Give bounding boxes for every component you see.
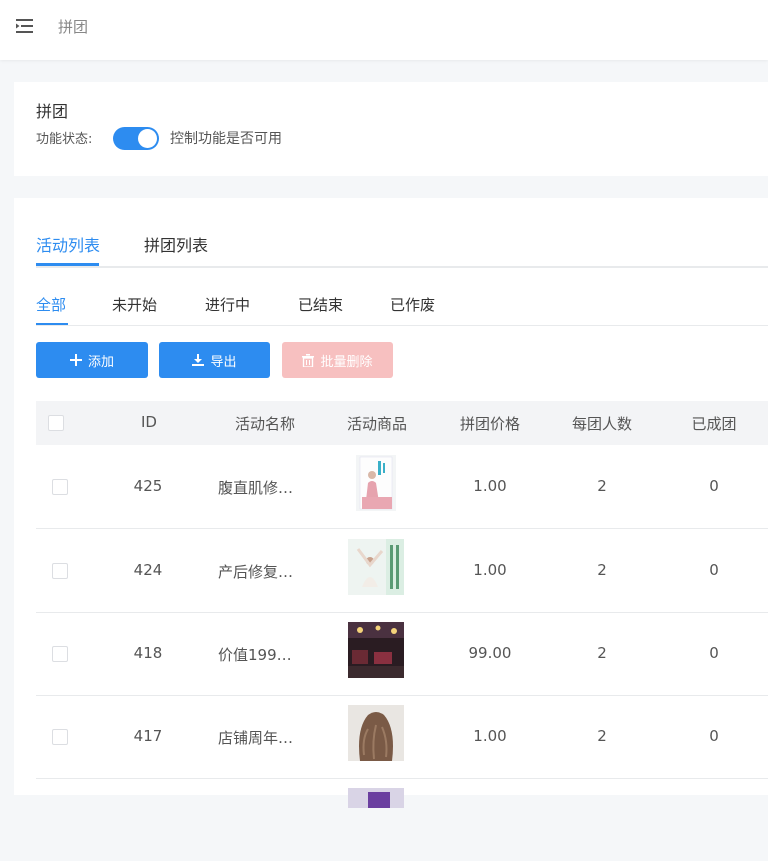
activity-card: 活动列表 拼团列表 全部 未开始 进行中 已结束 已作废 添加 导出 批量删除 … (14, 198, 768, 808)
row-price: 99.00 (468, 644, 512, 662)
tab-group-list[interactable]: 拼团列表 (144, 232, 208, 256)
row-checkbox[interactable] (52, 646, 68, 662)
table-row[interactable] (36, 778, 768, 861)
row-formed: 0 (709, 727, 719, 745)
toggle-knob (138, 129, 157, 148)
row-members: 2 (597, 561, 607, 579)
row-formed: 0 (709, 561, 719, 579)
select-all-checkbox[interactable] (48, 415, 64, 431)
subtab-in-progress[interactable]: 进行中 (205, 294, 250, 315)
table-row[interactable]: 424 产后修复… 1.00 2 0 (36, 529, 768, 613)
row-id: 424 (133, 561, 163, 579)
row-price: 1.00 (473, 561, 507, 579)
subtab-all[interactable]: 全部 (36, 294, 66, 315)
row-members: 2 (597, 727, 607, 745)
row-name: 腹直肌修… (218, 479, 294, 497)
row-checkbox[interactable] (52, 729, 68, 745)
table-header: ID 活动名称 活动商品 拼团价格 每团人数 已成团 (36, 401, 768, 445)
status-card: 拼团 功能状态: 控制功能是否可用 (14, 82, 768, 176)
row-checkbox[interactable] (52, 479, 68, 495)
export-button-label: 导出 (210, 354, 237, 370)
subtab-voided[interactable]: 已作废 (390, 294, 435, 315)
row-id: 425 (133, 477, 163, 495)
tab-activity-list[interactable]: 活动列表 (36, 232, 100, 256)
product-image-partial (348, 788, 404, 808)
row-price: 1.00 (473, 477, 507, 495)
column-header-formed: 已成团 (691, 415, 737, 433)
column-header-name: 活动名称 (234, 415, 295, 433)
batch-delete-label: 批量删除 (320, 354, 373, 370)
state-description: 控制功能是否可用 (170, 131, 282, 147)
column-header-price: 拼团价格 (459, 415, 520, 433)
product-image-salon-interior (348, 622, 404, 678)
row-price: 1.00 (473, 727, 507, 745)
menu-fold-icon[interactable] (15, 17, 35, 35)
subtab-active-indicator (36, 323, 68, 325)
column-header-members: 每团人数 (571, 415, 632, 433)
row-id: 417 (133, 727, 163, 745)
row-checkbox[interactable] (52, 563, 68, 579)
row-formed: 0 (709, 644, 719, 662)
column-header-id: ID (141, 413, 157, 431)
table-row[interactable]: 417 店铺周年… 1.00 2 0 (36, 695, 768, 779)
row-members: 2 (597, 644, 607, 662)
tab-active-indicator (36, 263, 99, 266)
row-formed: 0 (709, 477, 719, 495)
top-bar: 拼团 (0, 0, 768, 60)
row-name: 价值199… (218, 646, 292, 664)
product-image-yoga-poster (348, 539, 404, 595)
status-subtabs: 全部 未开始 进行中 已结束 已作废 (36, 292, 768, 326)
row-id: 418 (133, 644, 163, 662)
product-image-curly-hair (348, 705, 404, 761)
row-members: 2 (597, 477, 607, 495)
add-button[interactable]: 添加 (36, 342, 148, 378)
add-button-label: 添加 (87, 354, 114, 370)
main-tabs: 活动列表 拼团列表 (36, 232, 768, 268)
product-image-book-cover (356, 455, 396, 511)
download-icon (192, 354, 205, 366)
state-label: 功能状态: (36, 132, 93, 147)
status-card-title: 拼团 (36, 102, 69, 121)
trash-icon (302, 353, 315, 367)
page-title: 拼团 (58, 18, 89, 36)
batch-delete-button[interactable]: 批量删除 (282, 342, 393, 378)
plus-icon (69, 354, 82, 366)
subtab-ended[interactable]: 已结束 (298, 294, 343, 315)
function-status-toggle[interactable] (113, 127, 159, 150)
subtab-not-started[interactable]: 未开始 (112, 294, 157, 315)
export-button[interactable]: 导出 (159, 342, 270, 378)
column-header-product: 活动商品 (346, 415, 407, 433)
row-name: 店铺周年… (218, 729, 294, 747)
table-row[interactable]: 425 腹直肌修… 1.00 2 0 (36, 445, 768, 529)
row-name: 产后修复… (218, 563, 294, 581)
table-row[interactable]: 418 价值199… 99.00 2 0 (36, 612, 768, 696)
